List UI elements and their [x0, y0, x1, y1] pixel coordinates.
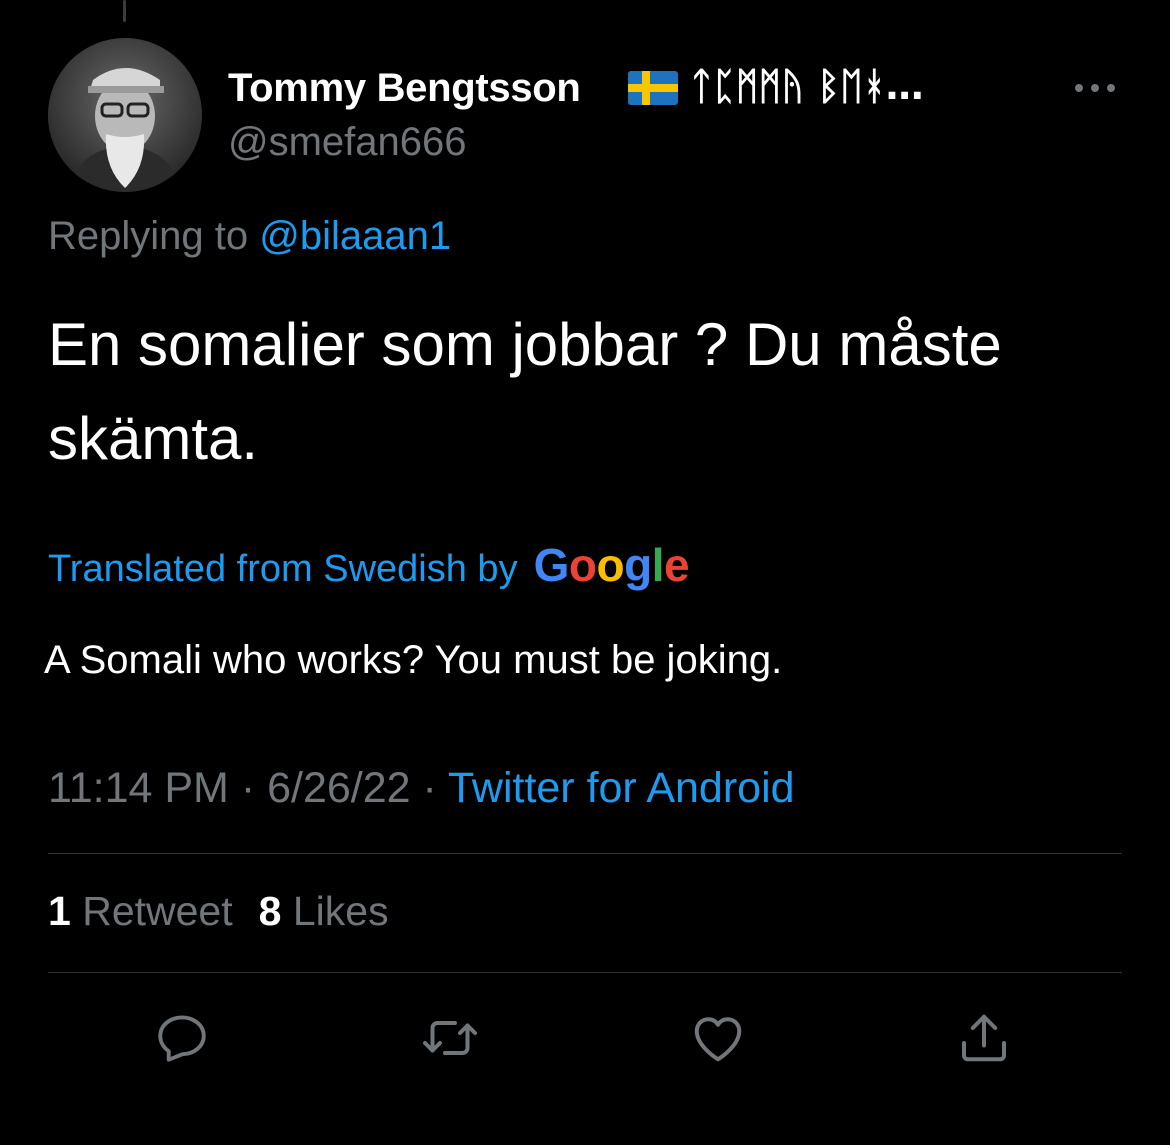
tweet-date[interactable]: 6/26/22 [267, 764, 410, 812]
share-button[interactable] [952, 1006, 1016, 1070]
divider [48, 972, 1122, 973]
reply-mention-link[interactable]: @bilaaan1 [259, 214, 451, 258]
more-options-icon[interactable] [1072, 76, 1118, 100]
retweets-label: Retweet [82, 888, 233, 934]
retweets-stat[interactable]: 1 Retweet [48, 888, 233, 934]
swedish-flag-icon [628, 71, 678, 105]
retweet-icon [423, 1021, 477, 1055]
divider [48, 853, 1122, 854]
display-name-runes: ᛏᛈᛗᛗᚤ ᛒᛖᚼ… [690, 64, 924, 108]
replying-to-label: Replying to [48, 214, 260, 258]
author-handle[interactable]: @smefan666 [228, 120, 467, 165]
reply-icon [158, 1015, 206, 1062]
tweet-text: En somalier som jobbar ? Du måste skämta… [48, 311, 1002, 472]
like-button[interactable] [686, 1006, 750, 1070]
meta-separator: · [228, 764, 268, 812]
google-logo: Google [533, 539, 690, 591]
tweet-stats: 1 Retweet 8 Likes [48, 888, 389, 935]
display-name[interactable]: Tommy Bengtsson [228, 66, 581, 111]
tweet-source-link[interactable]: Twitter for Android [448, 764, 795, 812]
meta-separator: · [410, 764, 448, 812]
reply-button[interactable] [150, 1006, 214, 1070]
tweet-meta: 11:14 PM · 6/26/22 · Twitter for Android [48, 764, 795, 813]
translation-label[interactable]: Translated from Swedish by [48, 548, 518, 591]
likes-label: Likes [292, 888, 389, 934]
likes-count: 8 [258, 888, 282, 934]
translation-attribution: Translated from Swedish by Google [48, 538, 690, 592]
tweet-time[interactable]: 11:14 PM [48, 764, 229, 812]
avatar[interactable] [48, 38, 202, 192]
likes-stat[interactable]: 8 Likes [259, 888, 389, 934]
translated-text: A Somali who works? You must be joking. [44, 638, 783, 682]
thread-line [123, 0, 126, 22]
replying-to: Replying to @bilaaan1 [48, 214, 451, 259]
share-icon [962, 1014, 1006, 1062]
like-icon [694, 1017, 742, 1062]
retweet-button[interactable] [418, 1006, 482, 1070]
retweets-count: 1 [48, 888, 71, 934]
